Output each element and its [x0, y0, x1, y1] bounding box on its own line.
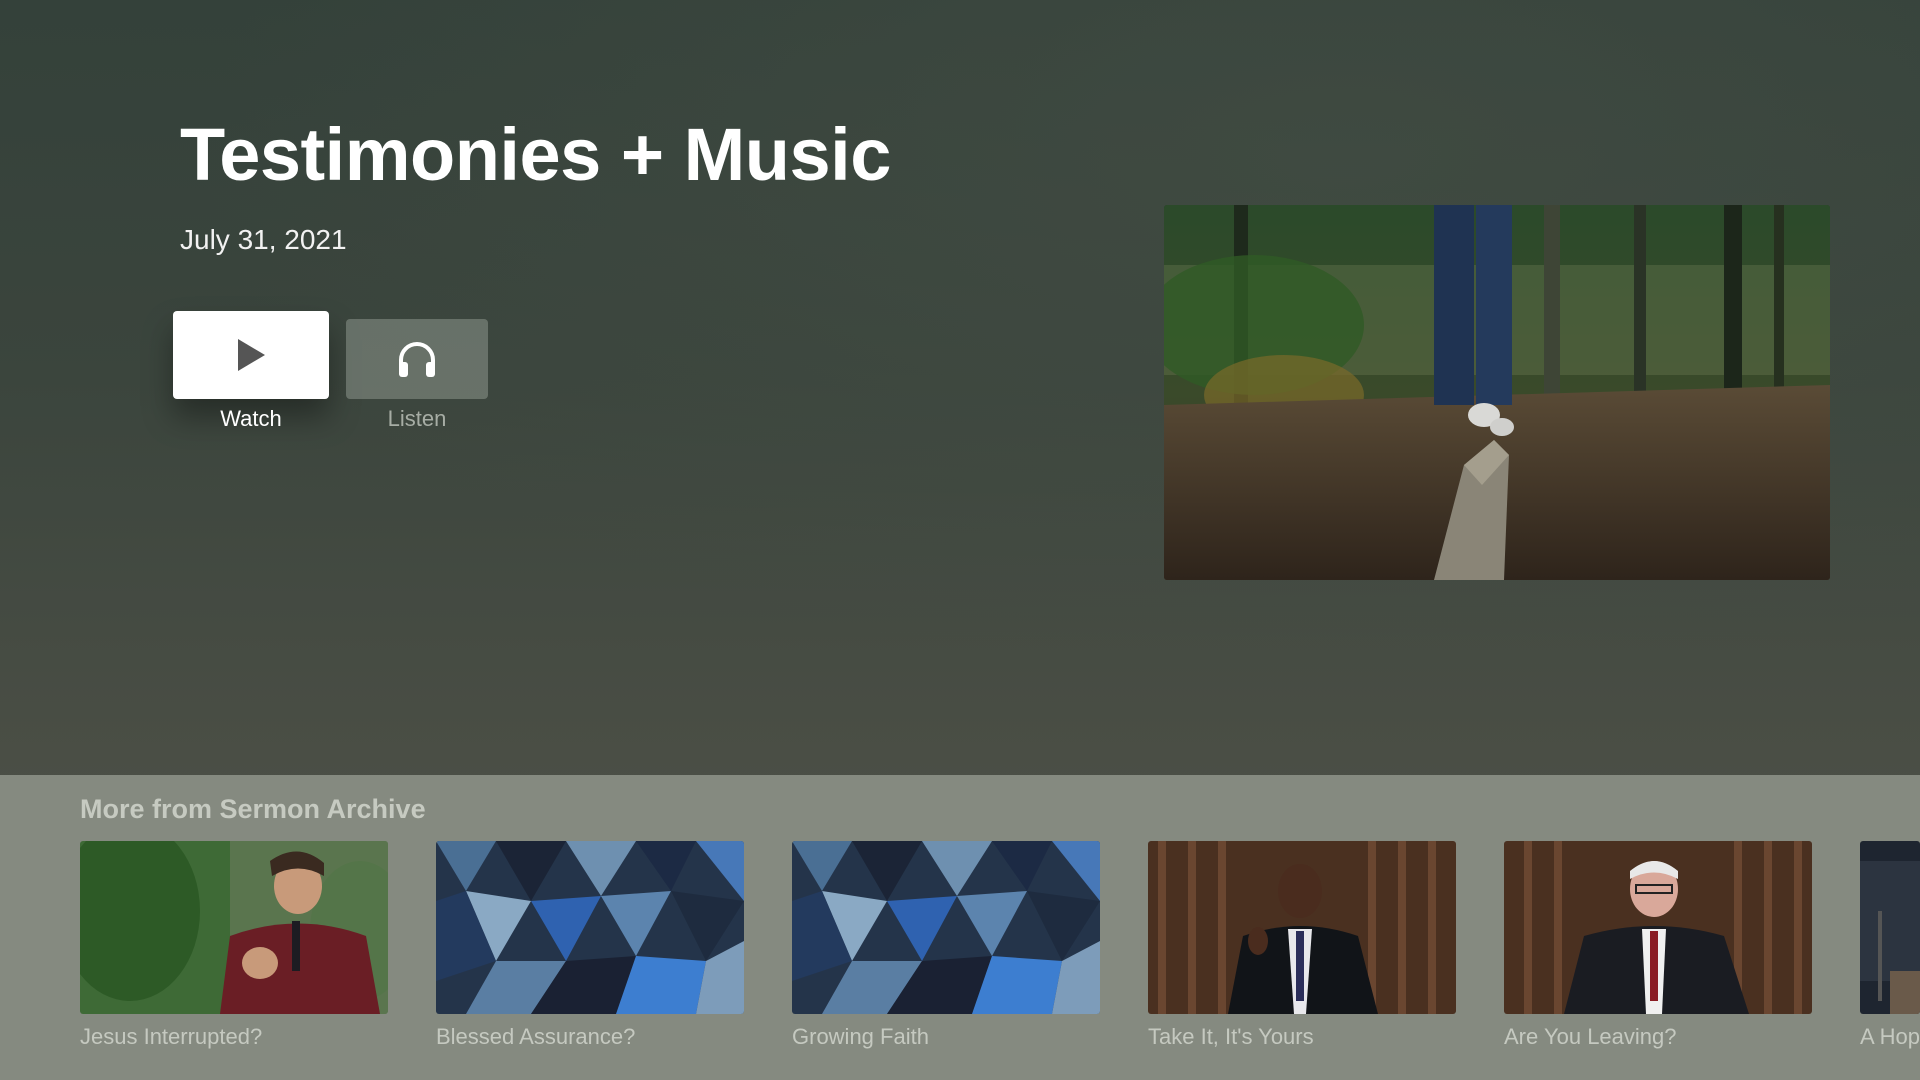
- card-thumbnail: [1148, 841, 1456, 1014]
- listen-label: Listen: [387, 406, 447, 431]
- shelf-card-2[interactable]: [436, 841, 744, 1014]
- page-title: Testimonies + Music: [180, 113, 891, 196]
- shelf-card-1[interactable]: [80, 841, 388, 1014]
- shelf-card-3[interactable]: [792, 841, 1100, 1014]
- card-label: Blessed Assurance?: [436, 1024, 636, 1049]
- card-thumbnail: [1860, 841, 1920, 1014]
- card-label: Are You Leaving?: [1504, 1024, 1677, 1049]
- shelf-card-4[interactable]: [1148, 841, 1456, 1014]
- card-label: Growing Faith: [792, 1024, 929, 1049]
- card-thumbnail: [80, 841, 388, 1014]
- episode-artwork: [1164, 205, 1830, 580]
- shelf-card-6[interactable]: [1860, 841, 1920, 1014]
- shelf-card-5[interactable]: [1504, 841, 1812, 1014]
- listen-button[interactable]: [346, 319, 488, 399]
- card-label: A Hop: [1860, 1024, 1920, 1049]
- card-thumbnail: [792, 841, 1100, 1014]
- card-label: Take It, It's Yours: [1148, 1024, 1314, 1049]
- card-label: Jesus Interrupted?: [80, 1024, 263, 1049]
- headphones-icon: [399, 342, 435, 377]
- card-thumbnail: [436, 841, 744, 1014]
- release-date: July 31, 2021: [180, 224, 347, 255]
- shelf-title: More from Sermon Archive: [80, 794, 426, 824]
- play-icon: [238, 339, 265, 371]
- card-thumbnail: [1504, 841, 1812, 1014]
- watch-button[interactable]: [173, 311, 329, 399]
- forest-path-image: [1164, 205, 1830, 580]
- watch-label: Watch: [220, 406, 282, 431]
